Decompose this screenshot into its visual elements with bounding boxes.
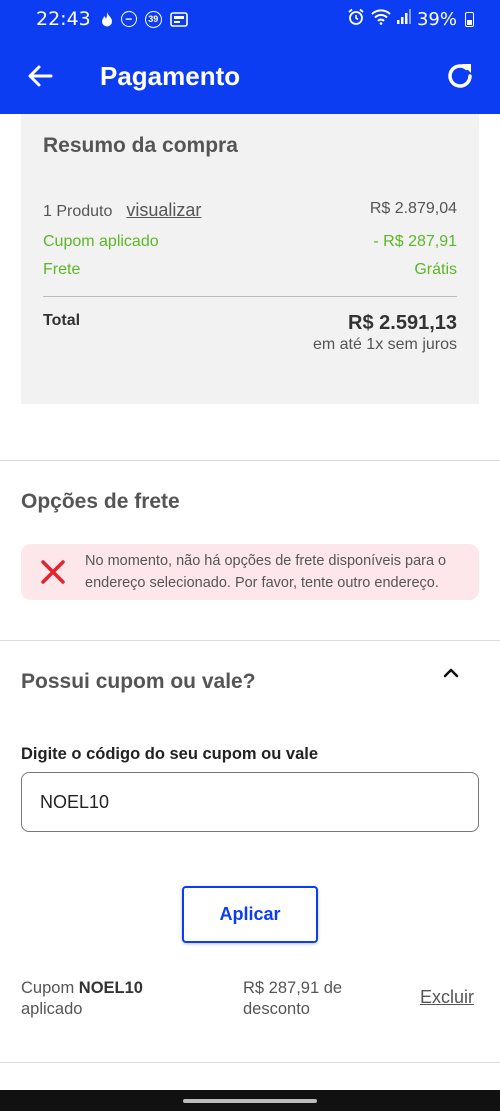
shipping-value: Grátis bbox=[414, 261, 457, 278]
applied-coupon-text: Cupom NOEL10 aplicado bbox=[21, 978, 143, 1020]
coupon-discount-text: R$ 287,91 de desconto bbox=[243, 978, 363, 1020]
coupon-row: Cupom aplicado - R$ 287,91 bbox=[43, 233, 457, 251]
products-value: R$ 2.879,04 bbox=[369, 200, 457, 217]
section-divider bbox=[0, 1062, 500, 1063]
chevron-up-icon bbox=[443, 668, 459, 678]
coupon-code-input[interactable]: NOEL10 bbox=[21, 772, 479, 832]
shipping-error-line-1: No momento, não há opções de frete dispo… bbox=[85, 553, 447, 569]
coupon-discount-line-2: desconto bbox=[243, 1000, 310, 1018]
total-label: Total bbox=[43, 312, 81, 329]
coupon-value: - R$ 287,91 bbox=[373, 233, 457, 250]
applied-coupon-suffix: aplicado bbox=[21, 1000, 83, 1018]
system-navigation-bar bbox=[0, 1090, 500, 1111]
collapse-coupon-button[interactable] bbox=[438, 662, 464, 684]
page-title: Pagamento bbox=[100, 60, 241, 91]
status-bar: 22:43 − 39 39% bbox=[0, 0, 500, 38]
shipping-label: Frete bbox=[43, 261, 81, 278]
installments-text: em até 1x sem juros bbox=[312, 336, 457, 353]
gallery-app-icon bbox=[169, 11, 188, 27]
shipping-options-title: Opções de frete bbox=[21, 490, 180, 513]
remove-coupon-link[interactable]: Excluir bbox=[420, 987, 474, 1008]
products-row: 1 Produto visualizar R$ 2.879,04 bbox=[43, 200, 457, 221]
shipping-error-alert: No momento, não há opções de frete dispo… bbox=[21, 544, 479, 600]
clock: 22:43 bbox=[36, 8, 91, 30]
coupon-label: Cupom aplicado bbox=[43, 233, 159, 250]
coupon-field-label: Digite o código do seu cupom ou vale bbox=[21, 745, 319, 763]
total-value: R$ 2.591,13 bbox=[348, 312, 457, 334]
do-not-disturb-icon: − bbox=[120, 11, 137, 27]
refresh-icon bbox=[448, 64, 472, 88]
back-button[interactable] bbox=[0, 38, 80, 114]
fire-icon bbox=[101, 11, 113, 27]
coupon-section-title: Possui cupom ou vale? bbox=[21, 670, 256, 693]
applied-coupon-code: NOEL10 bbox=[78, 979, 143, 997]
home-gesture-handle[interactable] bbox=[183, 1098, 317, 1103]
shipping-row: Frete Grátis bbox=[43, 261, 457, 279]
order-summary-card: Resumo da compra 1 Produto visualizar R$ … bbox=[21, 114, 479, 404]
section-divider bbox=[0, 640, 500, 641]
wifi-icon bbox=[371, 8, 391, 30]
applied-coupon-prefix: Cupom bbox=[21, 979, 75, 997]
apply-coupon-button[interactable]: Aplicar bbox=[182, 886, 318, 943]
products-label: 1 Produto bbox=[43, 203, 113, 220]
refresh-button[interactable] bbox=[420, 38, 500, 114]
notification-count-icon: 39 bbox=[144, 10, 162, 28]
shipping-error-text: No momento, não há opções de frete dispo… bbox=[85, 550, 446, 594]
battery-icon bbox=[465, 11, 474, 27]
coupon-discount-line-1: R$ 287,91 de bbox=[243, 979, 343, 997]
signal-icon bbox=[396, 9, 411, 29]
close-x-icon bbox=[21, 558, 85, 586]
view-products-link[interactable]: visualizar bbox=[126, 200, 201, 220]
total-row: Total R$ 2.591,13 em até 1x sem juros bbox=[43, 312, 457, 353]
section-divider bbox=[0, 460, 500, 461]
summary-divider bbox=[43, 296, 457, 297]
arrow-left-icon bbox=[28, 65, 53, 87]
shipping-error-line-2: endereço selecionado. Por favor, tente o… bbox=[85, 575, 439, 591]
alarm-icon bbox=[347, 8, 365, 31]
summary-title: Resumo da compra bbox=[43, 134, 238, 157]
battery-level: 39% bbox=[416, 8, 457, 30]
app-bar: Pagamento bbox=[0, 38, 500, 114]
